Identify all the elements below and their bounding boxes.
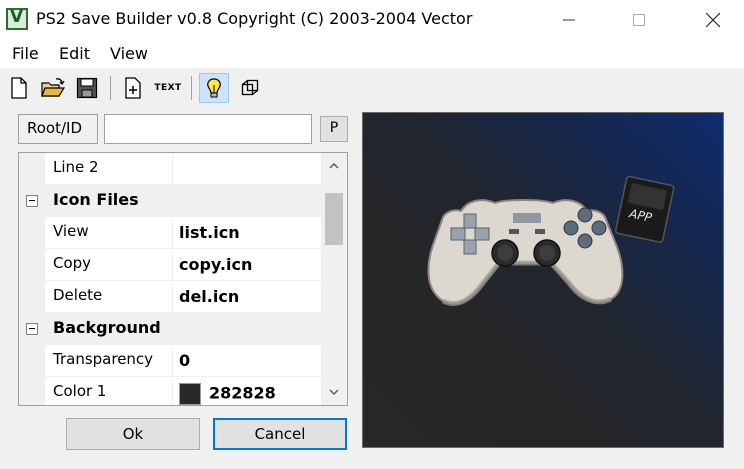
collapse-icon[interactable]: [26, 195, 38, 207]
property-value[interactable]: 0: [173, 345, 321, 376]
lightbulb-icon: [207, 78, 221, 98]
property-name: Copy: [45, 249, 173, 280]
icon-preview: APP: [362, 112, 724, 448]
property-row-transparency[interactable]: Transparency 0: [19, 345, 321, 377]
category-label: Background: [53, 318, 161, 337]
property-row-view[interactable]: View list.icn: [19, 217, 321, 249]
close-icon: [706, 13, 720, 27]
root-id-input[interactable]: [104, 114, 312, 144]
toolbar: TEXT: [0, 70, 744, 106]
open-folder-icon: [41, 78, 65, 97]
property-name: View: [45, 217, 173, 248]
property-row-copy[interactable]: Copy copy.icn: [19, 249, 321, 281]
cube-button[interactable]: [235, 73, 265, 103]
new-item-icon: [125, 77, 141, 99]
scroll-thumb[interactable]: [325, 193, 343, 245]
new-file-button[interactable]: [4, 73, 34, 103]
new-file-icon: [11, 77, 27, 99]
category-icon-files[interactable]: Icon Files: [19, 185, 321, 217]
chevron-down-icon: [329, 389, 339, 395]
property-value: 282828: [209, 383, 276, 403]
collapse-icon[interactable]: [26, 323, 38, 335]
maximize-button[interactable]: [610, 0, 668, 40]
text-icon: TEXT: [154, 83, 182, 93]
maximize-icon: [633, 14, 645, 26]
toolbar-separator: [191, 76, 192, 100]
scroll-down-button[interactable]: [321, 379, 347, 405]
property-value[interactable]: list.icn: [173, 217, 321, 248]
menu-bar: File Edit View: [0, 40, 744, 68]
cancel-button[interactable]: Cancel: [213, 418, 347, 450]
property-value[interactable]: [173, 153, 321, 184]
property-name: Line 2: [45, 153, 173, 184]
app-icon: V: [6, 7, 28, 30]
save-disk-icon: [76, 77, 98, 99]
property-value-color[interactable]: 282828: [173, 377, 321, 405]
window-title: PS2 Save Builder v0.8 Copyright (C) 2003…: [36, 9, 473, 28]
ok-button[interactable]: Ok: [66, 418, 200, 450]
property-row-delete[interactable]: Delete del.icn: [19, 281, 321, 313]
cube-icon: [241, 79, 259, 96]
gamepad-icon: APP: [427, 175, 675, 307]
text-button[interactable]: TEXT: [151, 73, 185, 103]
menu-file[interactable]: File: [12, 44, 39, 63]
p-button[interactable]: P: [320, 116, 348, 142]
lightbulb-button[interactable]: [199, 73, 229, 103]
title-bar: V PS2 Save Builder v0.8 Copyright (C) 20…: [0, 0, 744, 40]
property-name: Transparency: [45, 345, 173, 376]
color-swatch[interactable]: [179, 383, 201, 405]
open-button[interactable]: [38, 73, 68, 103]
minimize-icon: [563, 19, 575, 21]
new-item-button[interactable]: [118, 73, 148, 103]
property-value[interactable]: del.icn: [173, 281, 321, 312]
property-name: Color 1: [45, 377, 173, 405]
close-button[interactable]: [684, 0, 742, 40]
property-grid: Line 2 Icon Files View list.icn Copy cop…: [18, 152, 348, 406]
scroll-up-button[interactable]: [321, 153, 347, 179]
category-label: Icon Files: [53, 190, 139, 209]
minimize-button[interactable]: [540, 0, 598, 40]
menu-edit[interactable]: Edit: [59, 44, 90, 63]
chevron-up-icon: [329, 163, 339, 169]
property-row-line2[interactable]: Line 2: [19, 153, 321, 185]
property-value[interactable]: copy.icn: [173, 249, 321, 280]
save-button[interactable]: [72, 73, 102, 103]
property-name: Delete: [45, 281, 173, 312]
root-id-label: Root/ID: [18, 114, 98, 144]
property-row-color1[interactable]: Color 1 282828: [19, 377, 321, 405]
toolbar-separator: [110, 76, 111, 100]
menu-view[interactable]: View: [110, 44, 148, 63]
vertical-scrollbar[interactable]: [321, 153, 347, 405]
category-background[interactable]: Background: [19, 313, 321, 345]
